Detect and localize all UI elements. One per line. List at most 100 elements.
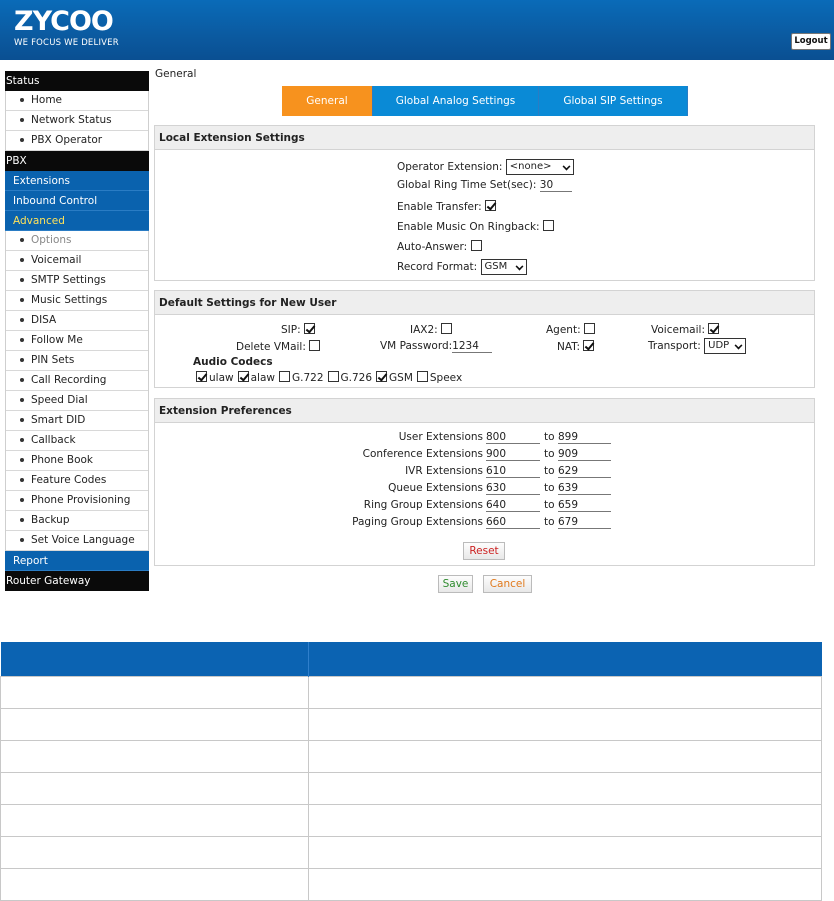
sidebar-section-pbx[interactable]: PBX: [5, 151, 149, 171]
cancel-button[interactable]: Cancel: [483, 575, 532, 593]
extension-range-to-input[interactable]: 639: [558, 482, 611, 495]
local-extension-panel: Local Extension Settings Operator Extens…: [154, 125, 815, 281]
sidebar-item-callback[interactable]: Callback: [6, 431, 148, 451]
delete-vmail-checkbox[interactable]: [309, 340, 321, 351]
default-user-panel: Default Settings for New User SIP: IAX2:…: [154, 290, 815, 388]
voicemail-label: Voicemail:: [651, 324, 705, 336]
to-label: to: [544, 465, 555, 477]
sidebar-item-extensions[interactable]: Extensions: [5, 171, 149, 191]
music-ringback-checkbox[interactable]: [542, 220, 554, 231]
sidebar-item-label: Voicemail: [31, 254, 82, 266]
iax2-checkbox[interactable]: [441, 323, 453, 334]
sidebar-item-voicemail[interactable]: Voicemail: [6, 251, 148, 271]
transport-value: UDP: [708, 340, 730, 351]
extension-range-to-input[interactable]: 899: [558, 431, 611, 444]
audio-codecs-row: ulaw alaw G.722 G.726 GSM Speex: [196, 371, 466, 384]
codec-checkbox[interactable]: [416, 371, 428, 382]
operator-extension-select[interactable]: <none>: [505, 159, 574, 175]
sidebar-item-home[interactable]: Home: [6, 91, 148, 111]
sidebar-item-phone-book[interactable]: Phone Book: [6, 451, 148, 471]
sidebar-item-smtp-settings[interactable]: SMTP Settings: [6, 271, 148, 291]
table-row: [0, 835, 822, 869]
codec-checkbox[interactable]: [237, 371, 249, 382]
extension-range-from-input[interactable]: 610: [486, 465, 540, 478]
extension-range-to-input[interactable]: 629: [558, 465, 611, 478]
sidebar-item-pin-sets[interactable]: PIN Sets: [6, 351, 148, 371]
extension-range-from-input[interactable]: 900: [486, 448, 540, 461]
bullet-icon: [20, 518, 24, 522]
table-row: [0, 771, 822, 805]
sidebar-item-label: DISA: [31, 314, 57, 326]
sidebar-item-options[interactable]: Options: [6, 231, 148, 251]
operator-extension-value: <none>: [509, 161, 552, 172]
to-label: to: [544, 499, 555, 511]
extension-range-to-input[interactable]: 659: [558, 499, 611, 512]
agent-checkbox[interactable]: [583, 323, 595, 334]
ring-time-label: Global Ring Time Set(sec):: [397, 179, 537, 191]
sidebar-item-label: Phone Book: [31, 454, 93, 466]
table-row: [0, 675, 822, 709]
nat-checkbox[interactable]: [583, 340, 595, 351]
sidebar-item-speed-dial[interactable]: Speed Dial: [6, 391, 148, 411]
extension-range-to-input[interactable]: 909: [558, 448, 611, 461]
extension-range-from-input[interactable]: 640: [486, 499, 540, 512]
vm-password-input[interactable]: 1234: [452, 340, 493, 353]
sidebar-section-router-gateway[interactable]: Router Gateway: [5, 571, 149, 591]
sidebar-item-disa[interactable]: DISA: [6, 311, 148, 331]
record-format-select[interactable]: GSM: [480, 259, 527, 275]
default-user-heading: Default Settings for New User: [155, 291, 814, 315]
extension-range-to-input[interactable]: 679: [558, 516, 611, 529]
bullet-icon: [20, 238, 24, 242]
codec-label: ulaw: [209, 372, 234, 384]
tab-general[interactable]: General: [282, 86, 373, 116]
voicemail-checkbox[interactable]: [708, 323, 720, 334]
extension-range-from-input[interactable]: 800: [486, 431, 540, 444]
sidebar-item-label: Network Status: [31, 114, 112, 126]
save-button[interactable]: Save: [438, 575, 473, 593]
codec-option[interactable]: alaw: [237, 371, 275, 384]
transport-select[interactable]: UDP: [704, 338, 747, 354]
ring-time-input[interactable]: 30: [539, 179, 572, 192]
codec-option[interactable]: G.722: [278, 371, 324, 384]
codec-option[interactable]: ulaw: [196, 371, 234, 384]
table-cell: [308, 771, 822, 805]
extension-range-from-input[interactable]: 660: [486, 516, 540, 529]
table-header-cell: [0, 642, 309, 676]
logout-button[interactable]: Logout: [791, 33, 831, 50]
sidebar-item-report[interactable]: Report: [5, 551, 149, 571]
reset-button[interactable]: Reset: [463, 542, 505, 560]
sidebar-item-advanced[interactable]: Advanced: [5, 211, 149, 231]
codec-checkbox[interactable]: [327, 371, 339, 382]
sidebar-item-network-status[interactable]: Network Status: [6, 111, 148, 131]
sidebar-item-follow-me[interactable]: Follow Me: [6, 331, 148, 351]
sidebar-section-status[interactable]: Status: [5, 71, 149, 91]
table-cell: [308, 707, 822, 741]
audio-codecs-label: Audio Codecs: [193, 356, 273, 368]
sidebar-item-backup[interactable]: Backup: [6, 511, 148, 531]
codec-checkbox[interactable]: [196, 371, 207, 382]
codec-checkbox[interactable]: [278, 371, 290, 382]
sidebar-item-call-recording[interactable]: Call Recording: [6, 371, 148, 391]
tab-global-sip-settings[interactable]: Global SIP Settings: [539, 86, 688, 116]
auto-answer-label: Auto-Answer:: [397, 241, 468, 253]
sidebar-item-feature-codes[interactable]: Feature Codes: [6, 471, 148, 491]
sidebar-item-label: Backup: [31, 514, 70, 526]
extension-range-from-input[interactable]: 630: [486, 482, 540, 495]
codec-option[interactable]: G.726: [327, 371, 372, 384]
codec-checkbox[interactable]: [376, 371, 388, 382]
bullet-icon: [20, 478, 24, 482]
codec-option[interactable]: GSM: [376, 371, 413, 384]
enable-transfer-checkbox[interactable]: [485, 200, 497, 211]
sidebar-item-set-voice-language[interactable]: Set Voice Language: [6, 531, 148, 551]
sidebar-item-music-settings[interactable]: Music Settings: [6, 291, 148, 311]
sidebar-item-pbx-operator[interactable]: PBX Operator: [6, 131, 148, 151]
auto-answer-checkbox[interactable]: [470, 240, 482, 251]
extension-range-label: Paging Group Extensions: [352, 516, 483, 528]
codec-option[interactable]: Speex: [416, 371, 462, 384]
tab-global-analog-settings[interactable]: Global Analog Settings: [373, 86, 539, 116]
sip-checkbox[interactable]: [303, 323, 315, 334]
sidebar-item-inbound-control[interactable]: Inbound Control: [5, 191, 149, 211]
sidebar-item-phone-provisioning[interactable]: Phone Provisioning: [6, 491, 148, 511]
sidebar-item-smart-did[interactable]: Smart DID: [6, 411, 148, 431]
bullet-icon: [20, 318, 24, 322]
